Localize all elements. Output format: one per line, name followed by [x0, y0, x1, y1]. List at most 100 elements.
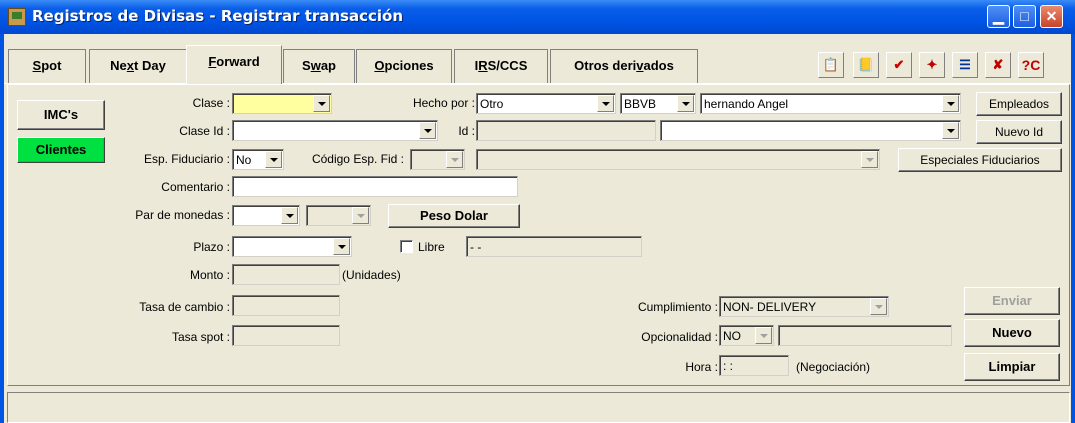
delete-document-icon[interactable]: ✘ [985, 52, 1011, 78]
chevron-down-icon[interactable] [597, 95, 614, 112]
plazo-label: Plazo : [193, 240, 230, 254]
libre-checkbox[interactable] [400, 240, 413, 253]
chevron-down-icon[interactable] [942, 95, 959, 112]
close-icon: ✕ [1045, 8, 1058, 24]
clientes-button[interactable]: Clientes [17, 137, 105, 163]
tab-label: Opciones [374, 58, 434, 73]
clase-id-select[interactable] [232, 120, 438, 141]
libre-label: Libre [418, 240, 445, 254]
clase-id-label: Clase Id : [179, 124, 230, 138]
tab-opciones[interactable]: Opciones [356, 49, 452, 83]
cumplimiento-value: NON- DELIVERY [723, 300, 817, 314]
chevron-down-icon[interactable] [333, 238, 350, 255]
notebook-icon[interactable]: 📒 [853, 52, 879, 78]
empleados-button[interactable]: Empleados [976, 92, 1062, 116]
tab-label: Forward [208, 54, 260, 69]
plazo-select[interactable] [232, 236, 352, 257]
title-bar[interactable]: Registros de Divisas - Registrar transac… [0, 0, 1075, 34]
usuario-select[interactable]: hernando Angel [700, 93, 961, 114]
empleados-label: Empleados [988, 97, 1050, 111]
tab-forward[interactable]: Forward [186, 45, 282, 84]
tab-label: Swap [302, 58, 336, 73]
monto-field[interactable] [232, 264, 340, 285]
chevron-down-icon[interactable] [942, 122, 959, 139]
esp-fiduciario-value: No [236, 153, 252, 167]
chevron-down-icon[interactable] [265, 151, 282, 168]
usuario-value: hernando Angel [704, 97, 789, 111]
hora-label: Hora : [685, 360, 718, 374]
report-icon[interactable]: ☰ [952, 52, 978, 78]
tasa-spot-field[interactable] [232, 325, 340, 346]
chevron-down-icon[interactable] [755, 327, 772, 344]
codigo-esp-fid-select[interactable] [410, 149, 465, 170]
clase-select[interactable] [232, 93, 332, 114]
limpiar-label: Limpiar [988, 359, 1036, 374]
banco-select[interactable]: BBVB [620, 93, 696, 114]
chevron-down-icon[interactable] [861, 151, 878, 168]
enviar-label: Enviar [992, 293, 1032, 308]
nuevo-label: Nuevo [992, 325, 1032, 340]
minimize-icon: ▁ [993, 8, 1004, 24]
hora-field[interactable]: : : [719, 355, 789, 376]
minimize-button[interactable]: ▁ [987, 5, 1010, 28]
chevron-down-icon[interactable] [281, 207, 298, 224]
maximize-button[interactable]: □ [1013, 5, 1036, 28]
tab-swap[interactable]: Swap [283, 49, 355, 83]
help-c-icon[interactable]: ?C [1018, 52, 1044, 78]
codigo-esp-fid-label: Código Esp. Fid : [311, 152, 404, 166]
chevron-down-icon[interactable] [313, 95, 330, 112]
clientes-label: Clientes [35, 142, 87, 157]
tab-label: Spot [32, 58, 62, 73]
copy-document-icon[interactable]: 📋 [818, 52, 844, 78]
opcionalidad-value: NO [723, 329, 741, 343]
libre-date-field[interactable]: - - [466, 236, 642, 257]
opcionalidad-label: Opcionalidad : [641, 330, 718, 344]
status-bar [7, 392, 1070, 423]
opcionalidad-select[interactable]: NO [719, 325, 774, 346]
tab-spot[interactable]: Spot [8, 49, 86, 83]
check-validate-icon[interactable]: ✔ [886, 52, 912, 78]
id-field[interactable] [476, 120, 656, 141]
chevron-down-icon[interactable] [446, 151, 463, 168]
comentario-input[interactable] [232, 176, 518, 197]
tab-otros-derivados[interactable]: Otros derivados [550, 49, 698, 83]
unidades-text: (Unidades) [342, 268, 401, 282]
move-arrows-icon[interactable]: ✦ [919, 52, 945, 78]
moneda-1-select[interactable] [232, 205, 300, 226]
esp-fiduciario-select[interactable]: No [232, 149, 284, 170]
tab-next-day[interactable]: Next Day [89, 49, 187, 83]
chevron-down-icon[interactable] [677, 95, 694, 112]
tasa-cambio-field[interactable] [232, 295, 340, 316]
moneda-2-select[interactable] [306, 205, 371, 226]
opcionalidad-text-field[interactable] [778, 325, 952, 346]
nuevo-id-button[interactable]: Nuevo Id [976, 120, 1062, 144]
chevron-down-icon[interactable] [419, 122, 436, 139]
tab-label: Next Day [110, 58, 166, 73]
app-icon [8, 8, 26, 26]
cumplimiento-select[interactable]: NON- DELIVERY [719, 296, 889, 317]
chevron-down-icon[interactable] [352, 207, 369, 224]
close-button[interactable]: ✕ [1040, 5, 1063, 28]
limpiar-button[interactable]: Limpiar [964, 353, 1060, 381]
nuevo-id-label: Nuevo Id [994, 125, 1044, 139]
clase-label: Clase : [192, 96, 230, 110]
peso-dolar-button[interactable]: Peso Dolar [388, 204, 520, 228]
id-label: Id : [458, 124, 475, 138]
par-monedas-label: Par de monedas : [135, 208, 230, 222]
tasa-cambio-label: Tasa de cambio : [139, 300, 230, 314]
imcs-label: IMC's [43, 107, 79, 122]
especiales-fiduciarios-button[interactable]: Especiales Fiduciarios [898, 148, 1062, 172]
hecho-por-label: Hecho por : [412, 96, 475, 110]
id-select[interactable] [660, 120, 961, 141]
especial-fiduciario-select[interactable] [476, 149, 880, 170]
cumplimiento-label: Cumplimiento : [637, 300, 718, 314]
especiales-fiduciarios-label: Especiales Fiduciarios [920, 153, 1040, 167]
tab-irs-ccs[interactable]: IRS/CCS [454, 49, 548, 83]
tasa-spot-label: Tasa spot : [171, 330, 230, 344]
nuevo-button[interactable]: Nuevo [964, 319, 1060, 347]
banco-value: BBVB [624, 97, 657, 111]
hecho-por-select[interactable]: Otro [476, 93, 616, 114]
imcs-button[interactable]: IMC's [17, 100, 105, 130]
chevron-down-icon[interactable] [870, 298, 887, 315]
enviar-button[interactable]: Enviar [964, 287, 1060, 315]
